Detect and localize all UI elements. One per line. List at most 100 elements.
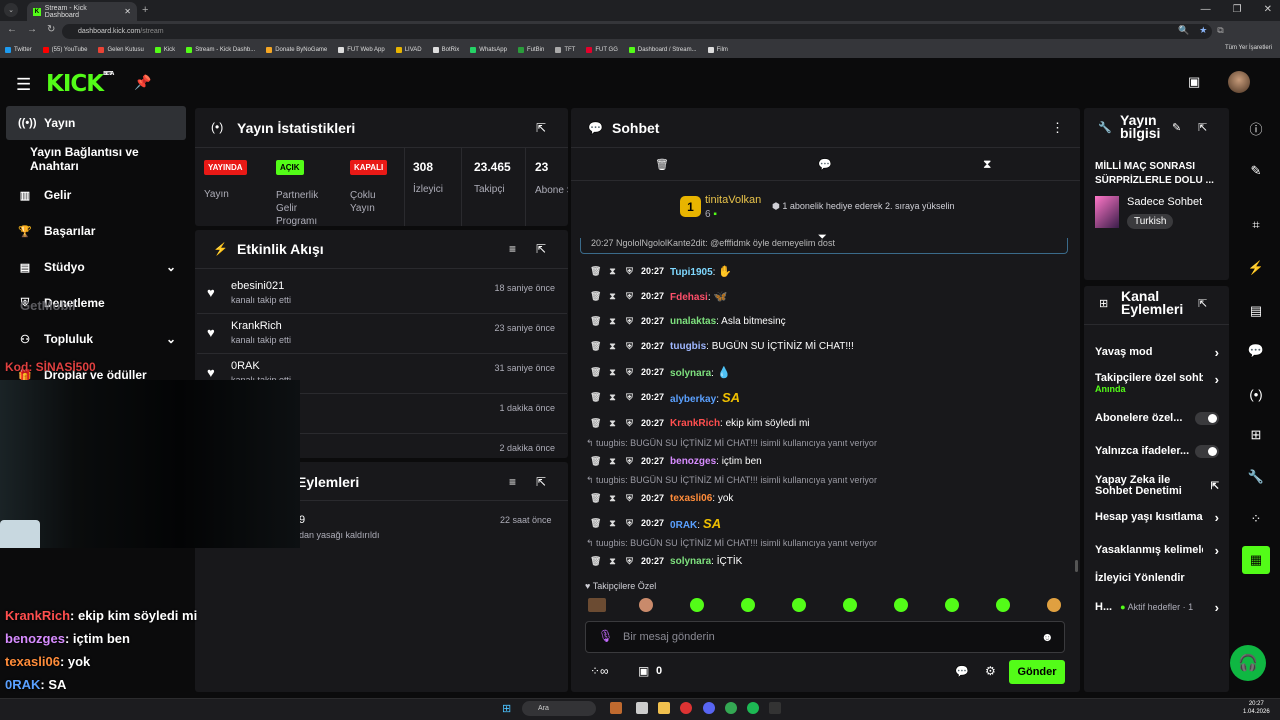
emote-shortcut[interactable] <box>945 598 959 612</box>
url-input[interactable]: dashboard.kick.com/stream <box>62 24 1212 39</box>
lightning-icon[interactable]: ⚡ <box>1242 254 1270 282</box>
chat-username[interactable]: unalaktas <box>670 316 716 327</box>
emote-shortcut[interactable] <box>690 598 704 612</box>
chat-username[interactable]: 0RAK <box>670 520 697 531</box>
banned-words-row[interactable]: Yasaklanmış kelimeler › <box>1095 540 1219 560</box>
chat-username[interactable]: Fdehasi <box>670 292 708 303</box>
sidebar-item-topluluk[interactable]: ⚇ Topluluk ⌄ <box>6 322 186 356</box>
more-options-icon[interactable]: ⋮ <box>1051 120 1064 136</box>
sidebar-item-gelir[interactable]: ▥ Gelir <box>6 178 186 212</box>
bookmark-item[interactable]: TFT <box>555 47 575 53</box>
popout-icon[interactable]: ⇱ <box>536 475 546 489</box>
delete-icon[interactable]: 🗑 <box>590 367 601 378</box>
extensions-icon[interactable]: ⧉ <box>1217 25 1223 36</box>
chat-username[interactable]: Tupi1905 <box>670 267 713 278</box>
emote-shortcut[interactable] <box>741 598 755 612</box>
category-name[interactable]: Sadece Sohbet <box>1127 196 1202 208</box>
slow-mode-row[interactable]: Yavaş mod › <box>1095 342 1219 362</box>
bookmark-item[interactable]: BotRix <box>432 47 459 53</box>
sub-only-row[interactable]: Abonelere özel... <box>1095 408 1219 428</box>
windows-start-icon[interactable]: ⊞ <box>502 702 511 715</box>
all-bookmarks-link[interactable]: Tüm Yer İşaretleri <box>1225 45 1272 51</box>
community-icon[interactable]: ⁘ <box>1242 505 1270 533</box>
maximize-icon[interactable]: ❐ <box>1233 4 1242 15</box>
event-user[interactable]: KrankRich <box>231 320 282 332</box>
sticker-icon[interactable]: ▦ <box>1242 546 1270 574</box>
gear-icon[interactable]: ⚙ <box>985 664 996 678</box>
pin-icon[interactable]: 📌 <box>134 74 151 91</box>
emote-only-toggle[interactable] <box>1195 444 1219 458</box>
timeout-icon[interactable]: ⧗ <box>607 291 618 302</box>
window-close-icon[interactable]: ✕ <box>1264 4 1272 15</box>
delete-icon[interactable]: 🗑 <box>590 341 601 352</box>
capture-icon[interactable]: ⌗ <box>1242 211 1270 239</box>
taskbar-app-icon[interactable] <box>610 702 622 714</box>
emote-shortcut[interactable] <box>894 598 908 612</box>
bookmark-item[interactable]: FUT Web App <box>338 47 385 53</box>
minimize-icon[interactable]: — <box>1201 4 1211 15</box>
forward-icon[interactable]: → <box>27 24 37 35</box>
emote-shortcut[interactable] <box>792 598 806 612</box>
chat-username[interactable]: benozges <box>670 456 716 467</box>
ban-icon[interactable]: ⛨ <box>624 456 635 467</box>
filter-icon[interactable]: ≡ <box>509 242 516 256</box>
send-button[interactable]: Gönder <box>1009 660 1065 684</box>
delete-icon[interactable]: 🗑 <box>590 316 601 327</box>
back-icon[interactable]: ← <box>7 24 17 35</box>
ai-moderation-row[interactable]: Yapay Zeka ile Sohbet Denetimi ⇱ <box>1095 473 1219 499</box>
delete-icon[interactable]: 🗑 <box>590 418 601 429</box>
taskbar-app-icon[interactable] <box>680 702 692 714</box>
ban-icon[interactable]: ⛨ <box>624 493 635 504</box>
timeout-icon[interactable]: ⧗ <box>607 456 618 467</box>
goals-row[interactable]: H... ● Aktif hedefler · 1 › <box>1095 597 1219 617</box>
hourglass-icon[interactable]: ⧗ <box>983 157 991 172</box>
points-icon[interactable]: ⁘∞ <box>590 664 609 678</box>
emote-shortcut[interactable] <box>843 598 857 612</box>
timeout-icon[interactable]: ⧗ <box>607 556 618 567</box>
timeout-icon[interactable]: ⧗ <box>607 518 618 529</box>
delete-icon[interactable]: 🗑 <box>590 392 601 403</box>
chat-username[interactable]: texasli06 <box>670 493 712 504</box>
bookmark-item[interactable]: (55) YouTube <box>42 47 87 53</box>
account-age-row[interactable]: Hesap yaşı kısıtlama › <box>1095 507 1219 527</box>
chest-icon[interactable]: ▣ <box>638 664 649 678</box>
panel-icon[interactable]: ⊞ <box>1242 421 1270 449</box>
emote-shortcut[interactable] <box>588 598 606 612</box>
bookmark-item[interactable]: LIVAD <box>395 47 422 53</box>
bookmark-item[interactable]: WhatsApp <box>470 47 507 53</box>
popout-icon[interactable]: ⇱ <box>1198 297 1207 310</box>
popout-icon[interactable]: ⇱ <box>1198 121 1207 134</box>
timeout-icon[interactable]: ⧗ <box>607 316 618 327</box>
emote-shortcut[interactable] <box>1047 598 1061 612</box>
ban-icon[interactable]: ⛨ <box>624 341 635 352</box>
bookmark-star-icon[interactable]: ★ <box>1199 25 1207 36</box>
microphone-icon[interactable]: 🎙 <box>598 629 613 643</box>
ban-icon[interactable]: ⛨ <box>624 518 635 529</box>
chat-username[interactable]: tuugbis <box>670 341 706 352</box>
new-tab-icon[interactable]: + <box>142 4 148 16</box>
timeout-icon[interactable]: ⧗ <box>607 266 618 277</box>
followers-only-row[interactable]: Takipçilere özel sohbetAnında › <box>1095 372 1219 398</box>
bookmark-item[interactable]: Film <box>707 47 728 53</box>
tag-chip[interactable]: Turkish <box>1127 214 1174 229</box>
wrench-icon[interactable]: 🔧 <box>1242 463 1270 491</box>
raid-row[interactable]: İzleyici Yönlendir <box>1095 568 1219 588</box>
bookmark-item[interactable]: FutBin <box>517 47 544 53</box>
timeout-icon[interactable]: ⧗ <box>607 341 618 352</box>
timeout-icon[interactable]: ⧗ <box>607 493 618 504</box>
chat-username[interactable]: solynara <box>670 556 711 567</box>
kick-logo[interactable]: KICKBETA <box>46 71 114 97</box>
pinned-user[interactable]: tinitaVolkan <box>705 194 761 206</box>
bookmark-item[interactable]: Gelen Kutusu <box>98 47 144 53</box>
chat-bubble-icon[interactable]: 💬 <box>1242 337 1270 365</box>
ban-icon[interactable]: ⛨ <box>624 418 635 429</box>
reload-icon[interactable]: ↻ <box>47 24 55 35</box>
ban-icon[interactable]: ⛨ <box>624 266 635 277</box>
emoji-icon[interactable]: ☻ <box>1041 630 1054 644</box>
bookmark-item[interactable]: Twitter <box>5 47 32 53</box>
zoom-icon[interactable]: 🔍 <box>1178 25 1189 36</box>
trash-icon[interactable]: 🗑 <box>655 158 669 171</box>
sidebar-item-yayin[interactable]: ((•)) Yayın <box>6 106 186 140</box>
sidebar-item-basarilar[interactable]: 🏆 Başarılar <box>6 214 186 248</box>
bookmark-item[interactable]: Dashboard / Stream... <box>628 47 697 53</box>
